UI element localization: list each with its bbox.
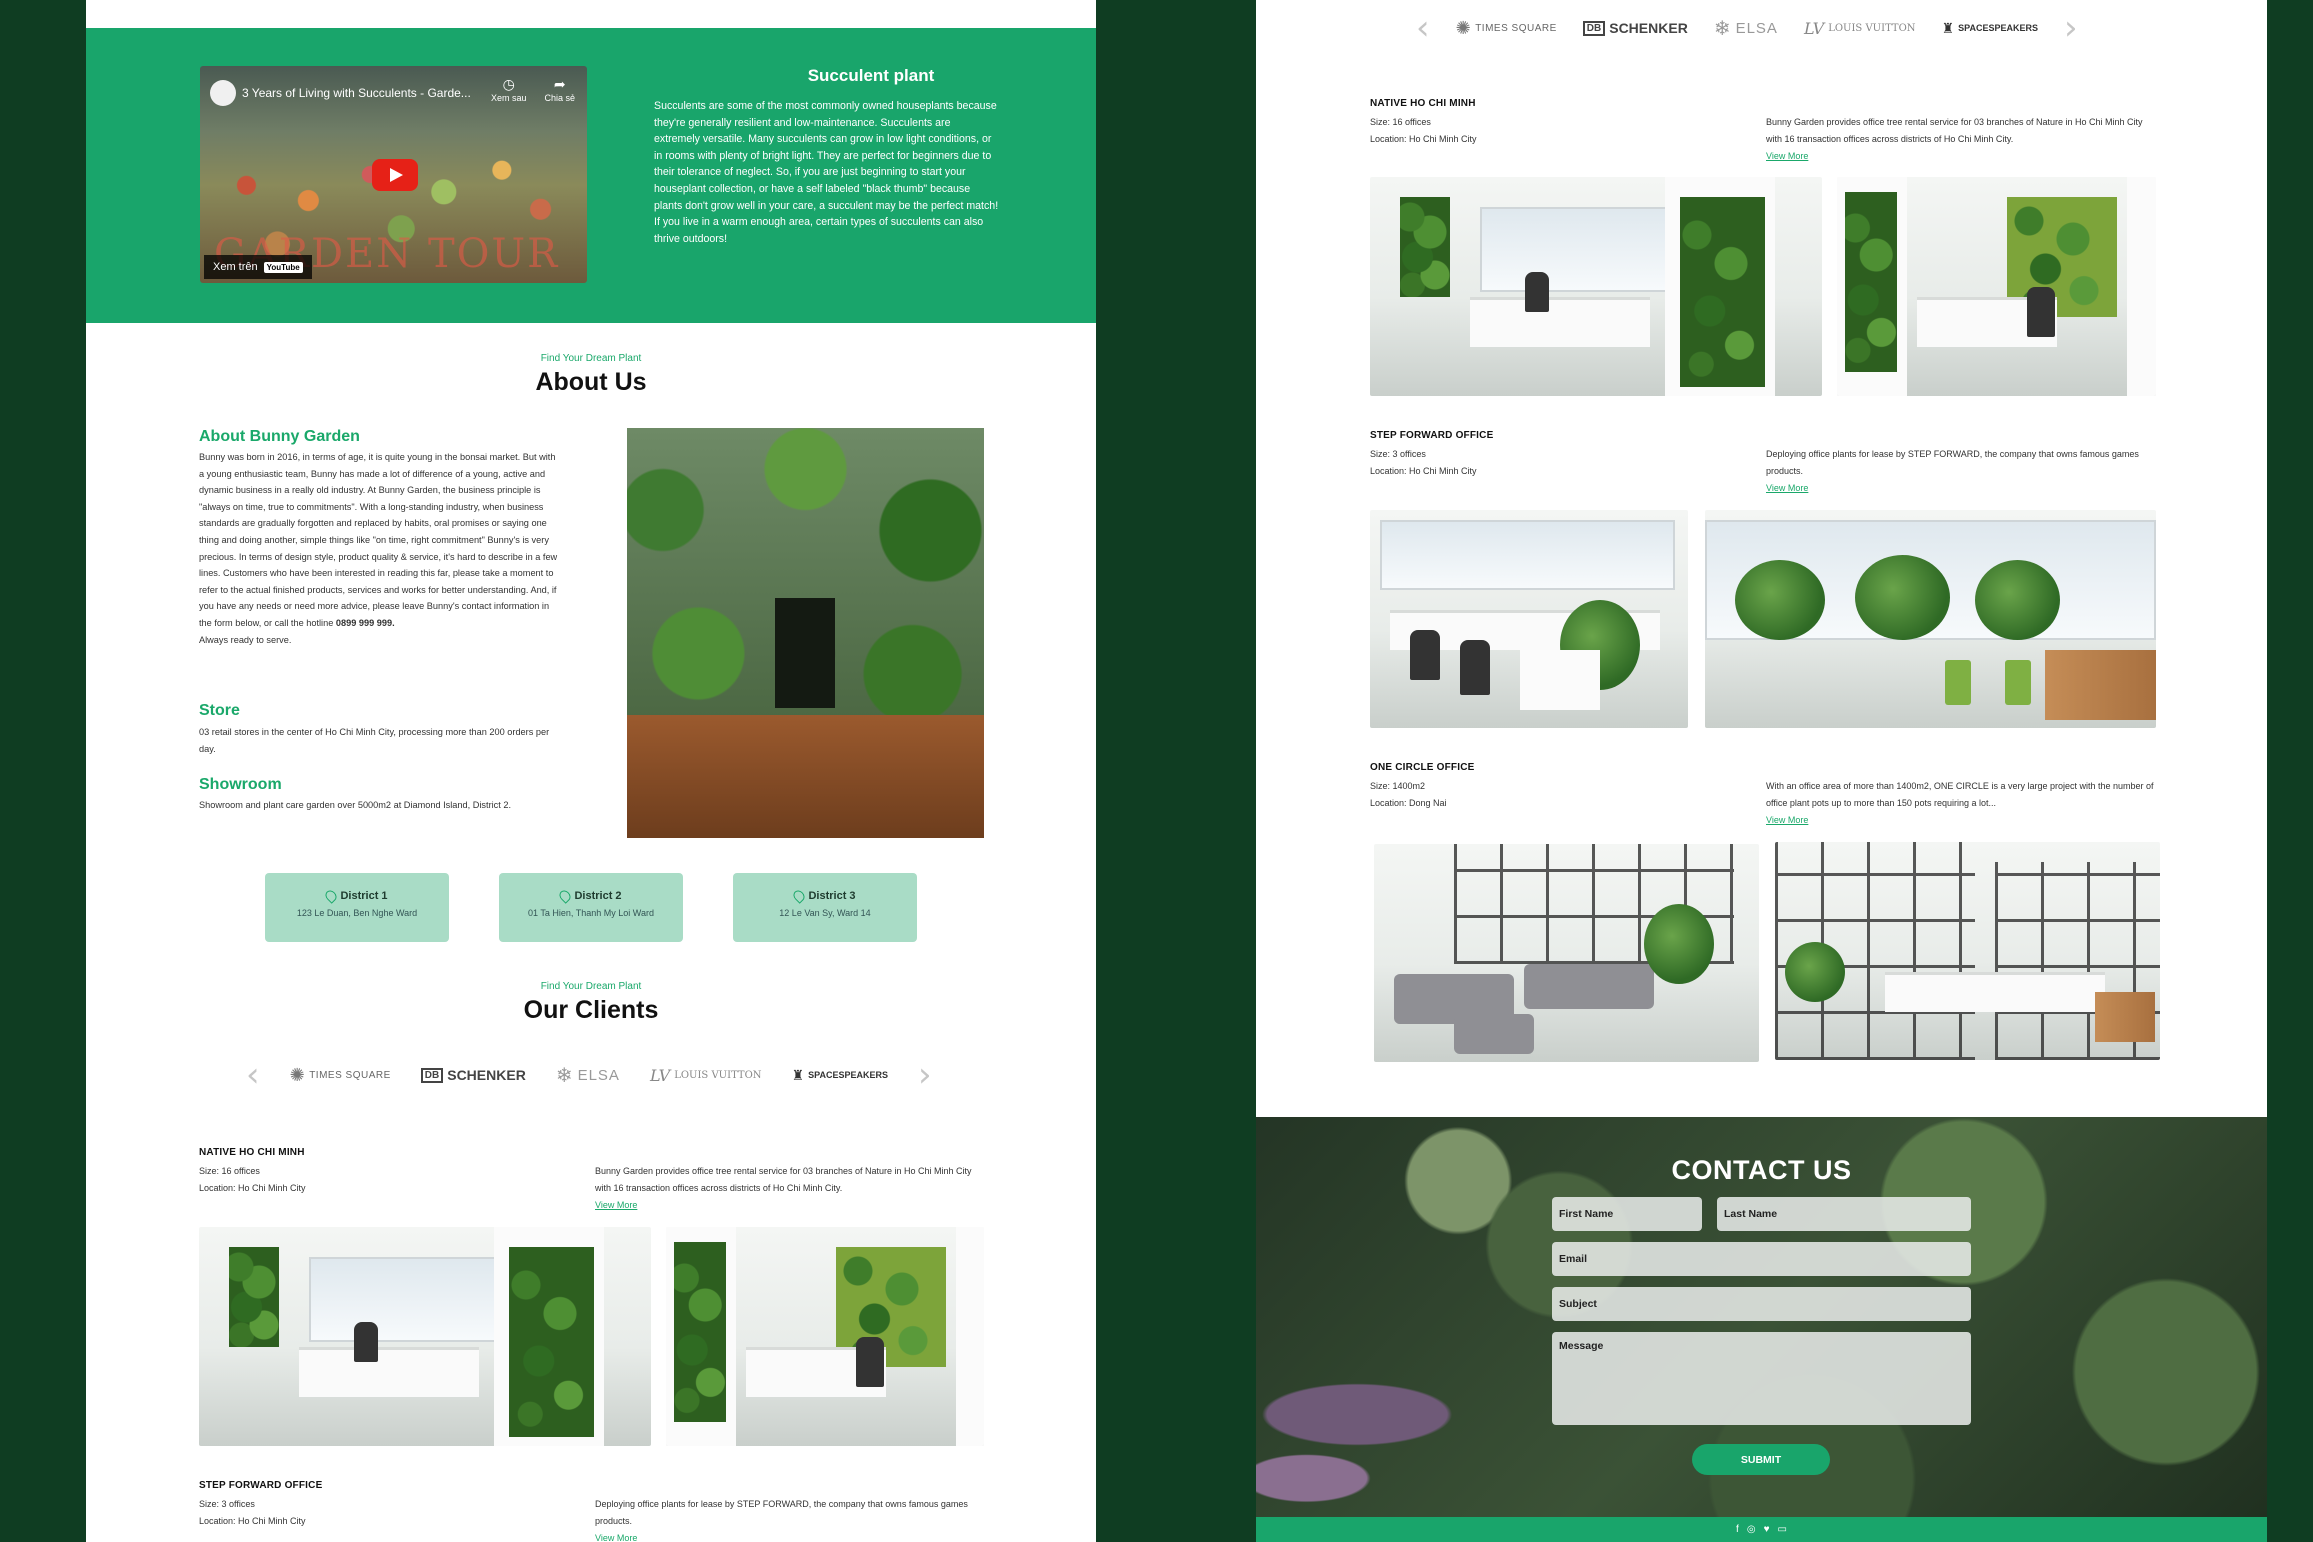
district-card-3[interactable]: District 3 12 Le Van Sy, Ward 14	[733, 873, 917, 942]
store-text: 03 retail stores in the center of Ho Chi…	[199, 727, 550, 754]
hero-title: Succulent plant	[807, 66, 935, 85]
snowflake-icon: ❄	[555, 1064, 574, 1087]
plant-shop-photo	[627, 428, 984, 838]
project-description: Deploying office plants for lease by STE…	[1766, 446, 2161, 497]
location-pin-icon	[791, 888, 808, 904]
spacespeakers-mark-icon: ♜	[1941, 19, 1955, 36]
view-more-link[interactable]: View More	[1766, 480, 2161, 497]
clients-title: Our Clients	[523, 996, 659, 1024]
facebook-icon[interactable]: f	[1736, 1524, 1739, 1535]
project-meta: Size: 3 offices Location: Ho Chi Minh Cit…	[1370, 449, 1477, 476]
youtube-icon[interactable]: ▭	[1778, 1524, 1787, 1535]
project-meta: Size: 16 offices Location: Ho Chi Minh Ci…	[1370, 117, 1477, 144]
sun-icon: ✺	[1455, 17, 1472, 38]
store-heading: Store	[199, 702, 240, 719]
client-logo-times-square: ✺ TIMES SQUARE	[289, 1064, 391, 1085]
hero-text: Succulents are some of the most commonly…	[654, 100, 999, 245]
project-description: Bunny Garden provides office tree rental…	[1766, 114, 2161, 165]
project-photo	[666, 1227, 984, 1446]
about-eyebrow: Find Your Dream Plant	[540, 353, 642, 364]
lv-monogram-icon: LV	[1803, 18, 1825, 38]
project-photo	[1705, 510, 2156, 728]
location-pin-icon	[323, 888, 340, 904]
project-description: With an office area of more than 1400m2,…	[1766, 778, 2161, 829]
lv-monogram-icon: LV	[649, 1065, 671, 1085]
left-page-panel: 3 Years of Living with Succulents - Gard…	[86, 0, 1096, 1542]
client-logo-db-schenker: DB SCHENKER	[1582, 20, 1688, 36]
sun-icon: ✺	[289, 1064, 306, 1085]
project-meta: Size: 1400m2 Location: Dong Nai	[1370, 781, 1447, 808]
client-logo-spacespeakers: ♜ SPACESPEAKERS	[791, 1066, 888, 1083]
about-bunny-heading: About Bunny Garden	[199, 428, 360, 445]
right-page-panel: ‹ ✺ TIMES SQUARE DB SCHENKER ❄ ELSA LV LOUIS…	[1256, 0, 2267, 1542]
last-name-field[interactable]: Last Name	[1717, 1197, 1971, 1231]
message-field[interactable]: Message	[1552, 1332, 1971, 1425]
contact-section: CONTACT US First Name Last Name Email Su…	[1256, 1117, 2267, 1542]
hotline-number: 0899 999 999.	[335, 617, 395, 628]
project-name: ONE CIRCLE OFFICE	[1370, 762, 1475, 773]
project-name: NATIVE HO CHI MINH	[199, 1147, 305, 1158]
about-bunny-text: Bunny was born in 2016, in terms of age,…	[199, 452, 558, 645]
carousel-next-arrow[interactable]: ›	[918, 1055, 932, 1095]
share-icon: ➦	[553, 76, 566, 92]
channel-avatar	[210, 80, 236, 106]
project-photo	[1374, 844, 1759, 1062]
clients-eyebrow: Find Your Dream Plant	[540, 981, 642, 992]
project-description: Bunny Garden provides office tree rental…	[595, 1163, 990, 1214]
footer: f ◎ ♥ ▭	[1256, 1517, 2267, 1542]
project-name: NATIVE HO CHI MINH	[1370, 98, 1476, 109]
snowflake-icon: ❄	[1713, 17, 1732, 40]
district-card-1[interactable]: District 1 123 Le Duan, Ben Nghe Ward	[265, 873, 449, 942]
project-photo	[199, 1227, 651, 1446]
client-logo-louis-vuitton: LV LOUIS VUITTON	[649, 1065, 762, 1085]
instagram-icon[interactable]: ◎	[1747, 1524, 1756, 1535]
carousel-next-arrow[interactable]: ›	[2064, 8, 2078, 48]
client-logo-times-square: ✺ TIMES SQUARE	[1455, 17, 1557, 38]
project-meta: Size: 3 offices Location: Ho Chi Minh Cit…	[199, 1499, 306, 1526]
view-more-link[interactable]: View More	[595, 1530, 990, 1542]
project-name: STEP FORWARD OFFICE	[199, 1480, 323, 1491]
district-card-2[interactable]: District 2 01 Ta Hien, Thanh My Loi Ward	[499, 873, 683, 942]
project-photo	[1370, 510, 1688, 728]
youtube-logo-icon: YouTube	[263, 261, 303, 273]
client-logo-elsa: ❄ ELSA	[1713, 17, 1778, 40]
email-field[interactable]: Email	[1552, 1242, 1971, 1276]
clients-carousel: ‹ ✺ TIMES SQUARE DB SCHENKER ❄ ELSA LV LOUIS…	[1416, 8, 2078, 48]
about-title: About Us	[535, 368, 647, 396]
video-title: 3 Years of Living with Succulents - Gard…	[242, 86, 471, 100]
contact-title: CONTACT US	[1671, 1155, 1852, 1185]
submit-button[interactable]: SUBMIT	[1692, 1444, 1830, 1475]
share-button[interactable]: ➦ Chia sẻ	[544, 76, 575, 103]
project-photo	[1775, 842, 2160, 1060]
showroom-heading: Showroom	[199, 776, 282, 793]
view-more-link[interactable]: View More	[595, 1197, 990, 1214]
project-description: Deploying office plants for lease by STE…	[595, 1496, 990, 1542]
project-photo	[1370, 177, 1822, 396]
project-photo	[1837, 177, 2156, 396]
project-name: STEP FORWARD OFFICE	[1370, 430, 1494, 441]
watch-on-youtube-button[interactable]: Xem trên YouTube	[204, 255, 312, 279]
carousel-prev-arrow[interactable]: ‹	[246, 1055, 260, 1095]
subject-field[interactable]: Subject	[1552, 1287, 1971, 1321]
youtube-video-embed[interactable]: 3 Years of Living with Succulents - Gard…	[200, 66, 587, 283]
client-logo-louis-vuitton: LV LOUIS VUITTON	[1803, 18, 1916, 38]
client-logo-spacespeakers: ♜ SPACESPEAKERS	[1941, 19, 2038, 36]
clients-carousel: ‹ ✺ TIMES SQUARE DB SCHENKER ❄ ELSA LV LOUIS…	[246, 1055, 932, 1095]
play-icon[interactable]	[372, 159, 418, 191]
carousel-prev-arrow[interactable]: ‹	[1416, 8, 1430, 48]
twitter-icon[interactable]: ♥	[1764, 1524, 1770, 1535]
client-logo-db-schenker: DB SCHENKER	[420, 1067, 526, 1083]
succulent-hero-section: 3 Years of Living with Succulents - Gard…	[86, 28, 1096, 323]
showroom-text: Showroom and plant care garden over 5000…	[199, 800, 512, 810]
view-more-link[interactable]: View More	[1766, 812, 2161, 829]
first-name-field[interactable]: First Name	[1552, 1197, 1702, 1231]
view-more-link[interactable]: View More	[1766, 148, 2161, 165]
clock-icon: ◷	[502, 76, 515, 92]
spacespeakers-mark-icon: ♜	[791, 1066, 805, 1083]
watch-later-button[interactable]: ◷ Xem sau	[491, 76, 527, 103]
location-pin-icon	[557, 888, 574, 904]
project-meta: Size: 16 offices Location: Ho Chi Minh Ci…	[199, 1166, 306, 1193]
client-logo-elsa: ❄ ELSA	[555, 1064, 620, 1087]
